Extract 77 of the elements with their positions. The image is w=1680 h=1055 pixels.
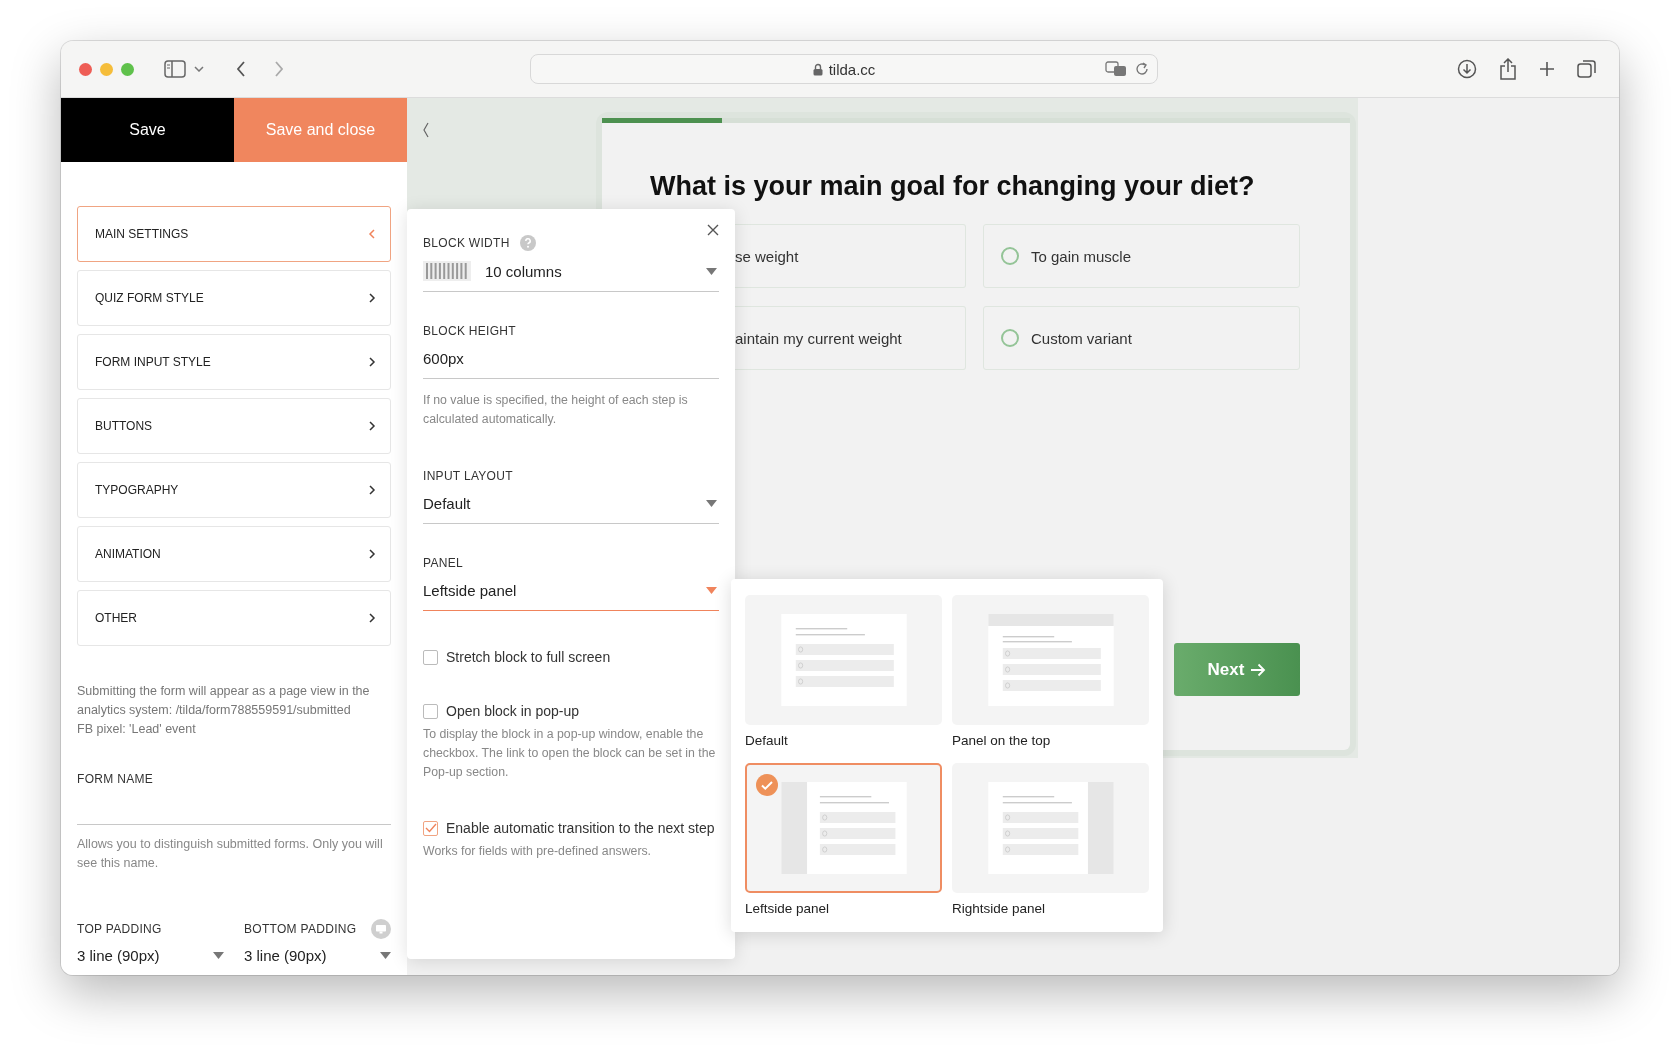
back-icon[interactable] [236,61,246,77]
radio-button[interactable] [1001,247,1019,265]
chevron-right-icon [368,484,376,496]
address-bar[interactable]: tilda.cc [530,54,1158,84]
field-hint: Works for fields with pre-defined answers. [423,843,653,860]
chevron-right-icon [368,612,376,624]
field-label: BLOCK WIDTH [423,236,510,250]
field-label: BOTTOM PADDING [244,922,357,936]
chevron-left-icon [368,228,376,240]
chevron-right-icon [368,420,376,432]
dropdown-caret-icon [706,586,717,594]
close-window-icon[interactable] [79,62,92,76]
zoom-window-icon[interactable] [121,62,134,76]
padding-select[interactable]: 3 line (90px) [77,947,224,964]
field-label: TOP PADDING [77,922,162,936]
settings-section[interactable]: TYPOGRAPHY [77,462,391,518]
chevron-right-icon [368,356,376,368]
checkbox-option[interactable]: Enable automatic transition to the next step [423,820,719,836]
chevron-right-icon [368,548,376,560]
layout-label: Panel on the top [952,733,1052,748]
panel-select[interactable]: Leftside panel [423,570,719,611]
translate-icon[interactable] [1105,61,1127,77]
sidebar-icon[interactable] [164,60,186,78]
layout-label: Rightside panel [952,900,1047,916]
columns-icon [423,261,471,281]
chevron-down-icon[interactable] [194,66,204,72]
download-icon[interactable] [1457,59,1477,79]
analytics-note: FB pixel: 'Lead' event [77,721,197,738]
padding-select[interactable]: 3 line (90px) [244,947,391,964]
close-icon[interactable] [707,224,719,236]
layout-label: Leftside panel [745,900,831,916]
forward-icon[interactable] [274,61,284,77]
chevron-right-icon [368,292,376,304]
checkbox-option[interactable]: Open block in pop-up [423,703,719,719]
settings-section[interactable]: ANIMATION [77,526,391,582]
quiz-question: What is your main goal for changing your diet? [650,171,1256,202]
help-icon[interactable] [519,235,536,251]
lock-icon [812,62,823,76]
dropdown-caret-icon [706,499,717,507]
share-icon[interactable] [1499,58,1517,80]
field-hint: If no value is specified, the height of each step is calculated automatically. [423,392,689,428]
dropdown-caret-icon [706,267,717,275]
collapse-chevron-icon[interactable] [422,122,430,138]
field-hint: Allows you to distinguish submitted forms. Only you will see this name. [77,836,384,872]
dropdown-caret-icon [213,952,224,959]
checkbox-option[interactable]: Stretch block to full screen [423,649,719,665]
layout-label: Default [745,733,789,748]
analytics-note: Submitting the form will appear as a page view in the analytics system: /tilda/form788559591/submitted [77,683,371,719]
settings-section[interactable]: OTHER [77,590,391,646]
minimize-window-icon[interactable] [100,62,113,76]
save-button[interactable]: Save [61,98,234,162]
field-label: INPUT LAYOUT [423,469,514,483]
desktop-icon[interactable] [371,919,391,939]
answer-option[interactable]: Custom variant [983,306,1300,370]
checkbox[interactable] [423,820,438,836]
new-tab-icon[interactable] [1539,61,1555,77]
field-label: PANEL [423,556,464,570]
checkbox[interactable] [423,703,438,719]
field-hint: To display the block in a pop-up window, enable the checkbox. The link to open the block can be set in the Pop-up section. [423,726,717,781]
settings-section[interactable]: FORM INPUT STYLE [77,334,391,390]
field-label: BLOCK HEIGHT [423,324,517,338]
radio-button[interactable] [1001,329,1019,347]
settings-section[interactable]: BUTTONS [77,398,391,454]
checkbox[interactable] [423,649,438,665]
check-badge-icon [756,773,778,796]
settings-section[interactable]: MAIN SETTINGS [77,206,391,262]
url-text: tilda.cc [828,60,876,78]
arrow-right-icon [1250,662,1267,677]
field-label: FORM NAME [77,772,155,786]
input-layout-select[interactable]: Default [423,483,719,524]
answer-option[interactable]: To gain muscle [983,224,1300,288]
tabs-overview-icon[interactable] [1577,59,1597,79]
settings-section[interactable]: QUIZ FORM STYLE [77,270,391,326]
block-height-field[interactable]: 600px [423,338,719,379]
reload-icon[interactable] [1135,62,1149,76]
dropdown-caret-icon [380,952,391,959]
block-width-select[interactable]: 10 columns [423,251,719,292]
